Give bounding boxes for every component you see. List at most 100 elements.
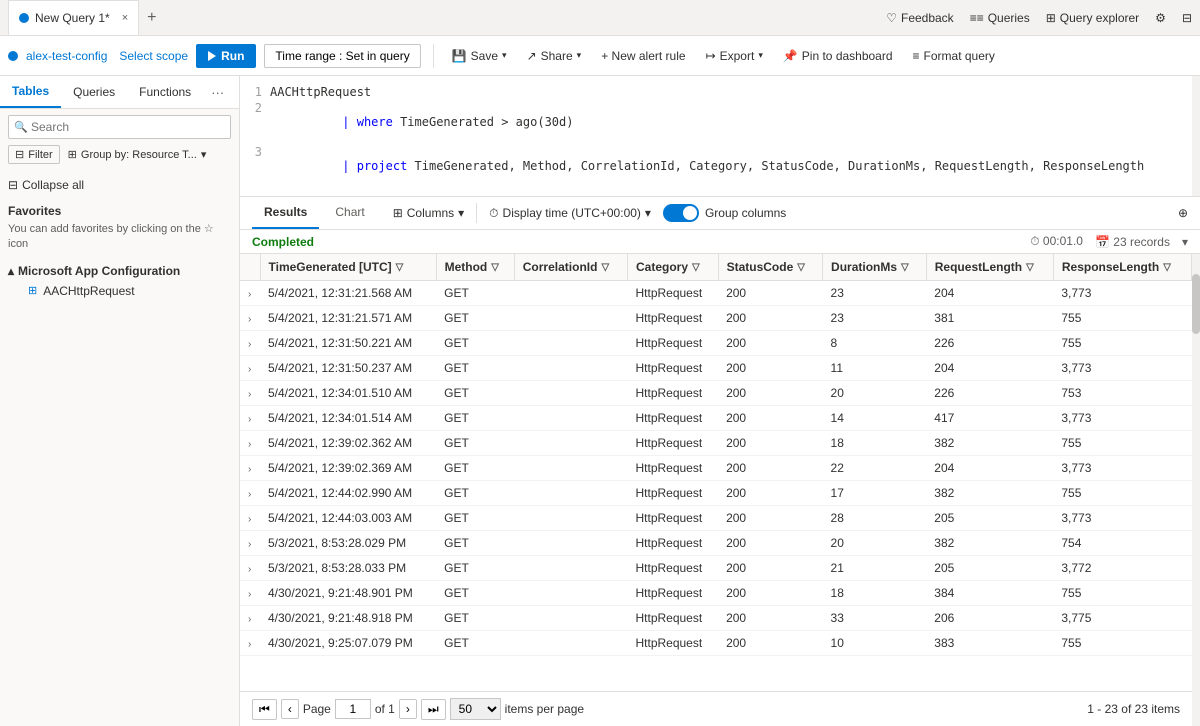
row-expand-icon[interactable]: › [248, 464, 251, 475]
last-page-button[interactable]: ⏭ [421, 699, 446, 720]
table-row[interactable]: ›5/4/2021, 12:39:02.362 AMGETHttpRequest… [240, 431, 1192, 456]
th-statuscode[interactable]: StatusCode▽ [718, 254, 822, 281]
group-by-button[interactable]: ⊞ Group by: Resource T... ▾ [64, 146, 211, 163]
table-row[interactable]: ›5/4/2021, 12:31:50.221 AMGETHttpRequest… [240, 331, 1192, 356]
th-timegenerated[interactable]: TimeGenerated [UTC]▽ [260, 254, 436, 281]
run-button[interactable]: Run [196, 44, 256, 68]
th-correlationid[interactable]: CorrelationId▽ [514, 254, 627, 281]
th-method[interactable]: Method▽ [436, 254, 514, 281]
filter-button[interactable]: ⊟ Filter [8, 145, 60, 164]
table-row[interactable]: ›4/30/2021, 9:25:07.079 PMGETHttpRequest… [240, 631, 1192, 656]
collapse-icon: ⊟ [8, 178, 18, 192]
layout-icon[interactable]: ⊟ [1182, 11, 1192, 25]
table-row[interactable]: ›5/3/2021, 8:53:28.033 PMGETHttpRequest2… [240, 556, 1192, 581]
config-label[interactable]: alex-test-config [26, 49, 107, 63]
table-cell: 18 [823, 431, 927, 456]
filter-durationms[interactable]: ▽ [901, 262, 909, 273]
th-durationms[interactable]: DurationMs▽ [823, 254, 927, 281]
time-range-button[interactable]: Time range : Set in query [264, 44, 420, 68]
row-expand-icon[interactable]: › [248, 389, 251, 400]
row-expand-icon[interactable]: › [248, 364, 251, 375]
row-expand-icon[interactable]: › [248, 439, 251, 450]
results-collapse-icon[interactable]: ▾ [1182, 235, 1188, 249]
th-responselength[interactable]: ResponseLength▽ [1053, 254, 1191, 281]
row-expand-icon[interactable]: › [248, 564, 251, 575]
table-row[interactable]: ›5/4/2021, 12:44:03.003 AMGETHttpRequest… [240, 506, 1192, 531]
table-cell: 18 [823, 581, 927, 606]
filter-requestlength[interactable]: ▽ [1026, 262, 1034, 273]
query-explorer-button[interactable]: ⊞ Query explorer [1046, 11, 1139, 25]
filter-timegenerated[interactable]: ▽ [396, 262, 404, 273]
th-category[interactable]: Category▽ [627, 254, 718, 281]
pin-to-dashboard-button[interactable]: 📌 Pin to dashboard [777, 45, 899, 67]
table-row[interactable]: ›5/4/2021, 12:31:50.237 AMGETHttpRequest… [240, 356, 1192, 381]
filter-statuscode[interactable]: ▽ [797, 262, 805, 273]
table-row[interactable]: ›4/30/2021, 9:21:48.901 PMGETHttpRequest… [240, 581, 1192, 606]
vertical-scrollbar[interactable] [1192, 254, 1200, 726]
sidebar-tab-tables[interactable]: Tables [0, 76, 61, 108]
results-tab-chart[interactable]: Chart [323, 197, 376, 229]
share-button[interactable]: ↗ Share ▾ [521, 45, 588, 67]
results-expand-icon[interactable]: ⊕ [1178, 206, 1188, 220]
export-button[interactable]: ↦ Export ▾ [700, 45, 769, 67]
table-row[interactable]: ›5/4/2021, 12:34:01.510 AMGETHttpRequest… [240, 381, 1192, 406]
row-expand-icon[interactable]: › [248, 514, 251, 525]
add-tab-button[interactable]: + [139, 9, 164, 27]
table-row[interactable]: ›5/4/2021, 12:34:01.514 AMGETHttpRequest… [240, 406, 1192, 431]
table-row[interactable]: ›5/4/2021, 12:31:21.568 AMGETHttpRequest… [240, 281, 1192, 306]
row-expand-icon[interactable]: › [248, 614, 251, 625]
row-expand-icon[interactable]: › [248, 414, 251, 425]
row-expand-icon[interactable]: › [248, 489, 251, 500]
table-cell: 4/30/2021, 9:25:07.079 PM [260, 631, 436, 656]
row-expand-icon[interactable]: › [248, 639, 251, 650]
row-expand-icon[interactable]: › [248, 539, 251, 550]
first-page-button[interactable]: ⏮ [252, 699, 277, 720]
th-requestlength[interactable]: RequestLength▽ [926, 254, 1053, 281]
new-alert-rule-button[interactable]: + New alert rule [595, 45, 691, 67]
settings-icon[interactable]: ⚙ [1155, 11, 1166, 25]
page-input[interactable] [335, 699, 371, 719]
row-expand-icon[interactable]: › [248, 589, 251, 600]
query-tab[interactable]: New Query 1* × [8, 0, 139, 35]
filter-correlationid[interactable]: ▽ [601, 262, 609, 273]
row-expand-icon[interactable]: › [248, 314, 251, 325]
tree-group-header[interactable]: ▴ Microsoft App Configuration [8, 261, 231, 281]
sidebar-tab-functions[interactable]: Functions [127, 77, 203, 107]
display-time-button[interactable]: ⏱ Display time (UTC+00:00) ▾ [489, 206, 651, 221]
tab-close-button[interactable]: × [122, 12, 128, 24]
table-row[interactable]: ›5/3/2021, 8:53:28.029 PMGETHttpRequest2… [240, 531, 1192, 556]
results-tab-results[interactable]: Results [252, 197, 319, 229]
select-scope-button[interactable]: Select scope [119, 49, 188, 63]
editor-scrollbar[interactable] [1192, 76, 1200, 196]
filter-category[interactable]: ▽ [692, 262, 700, 273]
queries-button[interactable]: ≡≡ Queries [970, 11, 1030, 25]
th-expand [240, 254, 260, 281]
format-query-button[interactable]: ≡ Format query [907, 45, 1001, 67]
table-cell [514, 481, 627, 506]
table-row[interactable]: ›5/4/2021, 12:44:02.990 AMGETHttpRequest… [240, 481, 1192, 506]
prev-page-button[interactable]: ‹ [281, 699, 299, 719]
save-button[interactable]: 💾 Save ▾ [446, 45, 513, 67]
filter-responselength[interactable]: ▽ [1163, 262, 1171, 273]
tree-group-microsoft: ▴ Microsoft App Configuration ⊞ AACHttpR… [8, 261, 231, 301]
sidebar-more-button[interactable]: ··· [203, 77, 232, 108]
sidebar-tab-queries[interactable]: Queries [61, 77, 127, 107]
filter-method[interactable]: ▽ [491, 262, 499, 273]
row-expand-icon[interactable]: › [248, 339, 251, 350]
table-row[interactable]: ›5/4/2021, 12:39:02.369 AMGETHttpRequest… [240, 456, 1192, 481]
group-columns-switch[interactable] [663, 204, 699, 222]
columns-button[interactable]: ⊞ Columns ▾ [393, 206, 464, 220]
collapse-all-button[interactable]: ⊟ Collapse all [8, 174, 231, 196]
items-label: items per page [505, 702, 584, 716]
items-per-page-select[interactable]: 50 100 200 [450, 698, 501, 720]
table-cell: 3,773 [1053, 456, 1191, 481]
query-editor[interactable]: 1 AACHttpRequest 2 | where TimeGenerated… [240, 76, 1200, 197]
toolbar: alex-test-config Select scope Run Time r… [0, 36, 1200, 76]
table-row[interactable]: ›4/30/2021, 9:21:48.918 PMGETHttpRequest… [240, 606, 1192, 631]
feedback-button[interactable]: ♡ Feedback [886, 11, 953, 25]
row-expand-icon[interactable]: › [248, 289, 251, 300]
tree-item-aachttprequest[interactable]: ⊞ AACHttpRequest [8, 281, 231, 301]
next-page-button[interactable]: › [399, 699, 417, 719]
search-input[interactable] [8, 115, 231, 139]
table-row[interactable]: ›5/4/2021, 12:31:21.571 AMGETHttpRequest… [240, 306, 1192, 331]
